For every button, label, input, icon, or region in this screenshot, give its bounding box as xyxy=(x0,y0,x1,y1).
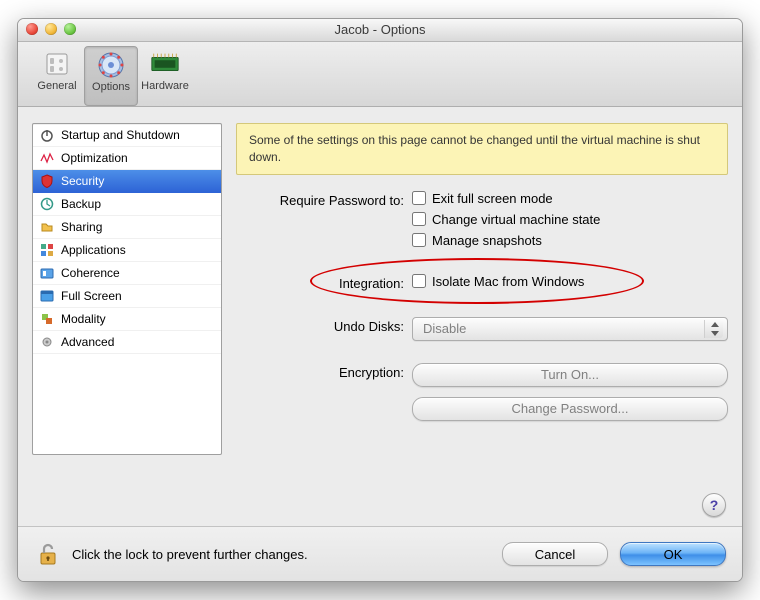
power-icon xyxy=(39,127,55,143)
ok-button[interactable]: OK xyxy=(620,542,726,566)
select-arrows-icon xyxy=(711,322,719,336)
sidebar-item-label: Modality xyxy=(61,312,106,326)
toolbar-hardware-label: Hardware xyxy=(141,80,189,92)
sidebar-item-label: Applications xyxy=(61,243,126,257)
sidebar-item-security[interactable]: Security xyxy=(33,170,221,193)
toolbar-options-label: Options xyxy=(92,81,130,93)
sidebar-item-label: Startup and Shutdown xyxy=(61,128,180,142)
content-area: Startup and Shutdown Optimization Securi… xyxy=(32,123,728,519)
titlebar: Jacob - Options xyxy=(18,19,742,42)
footer: Click the lock to prevent further change… xyxy=(18,526,742,581)
lock-hint-text: Click the lock to prevent further change… xyxy=(72,547,502,562)
checkbox-manage-snapshots-input[interactable] xyxy=(412,233,426,247)
checkbox-isolate-mac[interactable]: Isolate Mac from Windows xyxy=(412,274,728,289)
change-password-button-label: Change Password... xyxy=(511,401,628,416)
window-controls xyxy=(26,23,76,35)
optimization-icon xyxy=(39,150,55,166)
sidebar-item-label: Optimization xyxy=(61,151,128,165)
general-icon xyxy=(41,48,73,80)
sidebar-item-fullscreen[interactable]: Full Screen xyxy=(33,285,221,308)
hardware-icon xyxy=(149,48,181,80)
checkbox-isolate-mac-input[interactable] xyxy=(412,274,426,288)
sidebar-item-modality[interactable]: Modality xyxy=(33,308,221,331)
sharing-icon xyxy=(39,219,55,235)
cancel-button[interactable]: Cancel xyxy=(502,542,608,566)
help-button[interactable]: ? xyxy=(702,493,726,517)
checkbox-change-state-label: Change virtual machine state xyxy=(432,212,600,227)
warning-text: Some of the settings on this page cannot… xyxy=(249,133,700,164)
undo-disks-label: Undo Disks: xyxy=(236,317,412,334)
checkbox-manage-snapshots-label: Manage snapshots xyxy=(432,233,542,248)
sidebar-item-label: Full Screen xyxy=(61,289,122,303)
shield-icon xyxy=(39,173,55,189)
zoom-button[interactable] xyxy=(64,23,76,35)
sidebar-item-coherence[interactable]: Coherence xyxy=(33,262,221,285)
turn-on-button[interactable]: Turn On... xyxy=(412,363,728,387)
sidebar-item-startup[interactable]: Startup and Shutdown xyxy=(33,124,221,147)
checkbox-isolate-mac-label: Isolate Mac from Windows xyxy=(432,274,584,289)
checkbox-change-state[interactable]: Change virtual machine state xyxy=(412,212,728,227)
toolbar-general-label: General xyxy=(37,80,76,92)
security-pane: Some of the settings on this page cannot… xyxy=(236,123,728,519)
undo-disks-select[interactable]: Disable xyxy=(412,317,728,341)
gear-icon xyxy=(39,334,55,350)
checkbox-exit-fullscreen-input[interactable] xyxy=(412,191,426,205)
modality-icon xyxy=(39,311,55,327)
sidebar-item-advanced[interactable]: Advanced xyxy=(33,331,221,354)
close-button[interactable] xyxy=(26,23,38,35)
lock-icon[interactable] xyxy=(34,540,62,568)
sidebar-item-label: Security xyxy=(61,174,104,188)
integration-label: Integration: xyxy=(236,274,412,291)
options-icon xyxy=(95,49,127,81)
turn-on-button-label: Turn On... xyxy=(541,367,599,382)
encryption-label: Encryption: xyxy=(236,363,412,380)
checkbox-change-state-input[interactable] xyxy=(412,212,426,226)
warning-banner: Some of the settings on this page cannot… xyxy=(236,123,728,175)
applications-icon xyxy=(39,242,55,258)
window-title: Jacob - Options xyxy=(334,22,425,37)
coherence-icon xyxy=(39,265,55,281)
undo-disks-value: Disable xyxy=(423,321,466,336)
sidebar-item-label: Coherence xyxy=(61,266,120,280)
backup-icon xyxy=(39,196,55,212)
sidebar-item-label: Advanced xyxy=(61,335,114,349)
cancel-button-label: Cancel xyxy=(535,547,575,562)
checkbox-exit-fullscreen-label: Exit full screen mode xyxy=(432,191,553,206)
toolbar: General Options xyxy=(18,42,742,107)
sidebar-item-backup[interactable]: Backup xyxy=(33,193,221,216)
help-icon: ? xyxy=(710,497,719,513)
checkbox-exit-fullscreen[interactable]: Exit full screen mode xyxy=(412,191,728,206)
options-window: Jacob - Options General xyxy=(17,18,743,582)
require-password-label: Require Password to: xyxy=(236,191,412,208)
ok-button-label: OK xyxy=(664,547,683,562)
sidebar-item-sharing[interactable]: Sharing xyxy=(33,216,221,239)
sidebar-item-applications[interactable]: Applications xyxy=(33,239,221,262)
minimize-button[interactable] xyxy=(45,23,57,35)
fullscreen-icon xyxy=(39,288,55,304)
options-sidebar: Startup and Shutdown Optimization Securi… xyxy=(32,123,222,455)
toolbar-options[interactable]: Options xyxy=(84,46,138,106)
sidebar-item-label: Backup xyxy=(61,197,101,211)
checkbox-manage-snapshots[interactable]: Manage snapshots xyxy=(412,233,728,248)
toolbar-hardware[interactable]: Hardware xyxy=(138,46,192,106)
sidebar-item-label: Sharing xyxy=(61,220,102,234)
sidebar-item-optimization[interactable]: Optimization xyxy=(33,147,221,170)
toolbar-general[interactable]: General xyxy=(30,46,84,106)
change-password-button[interactable]: Change Password... xyxy=(412,397,728,421)
